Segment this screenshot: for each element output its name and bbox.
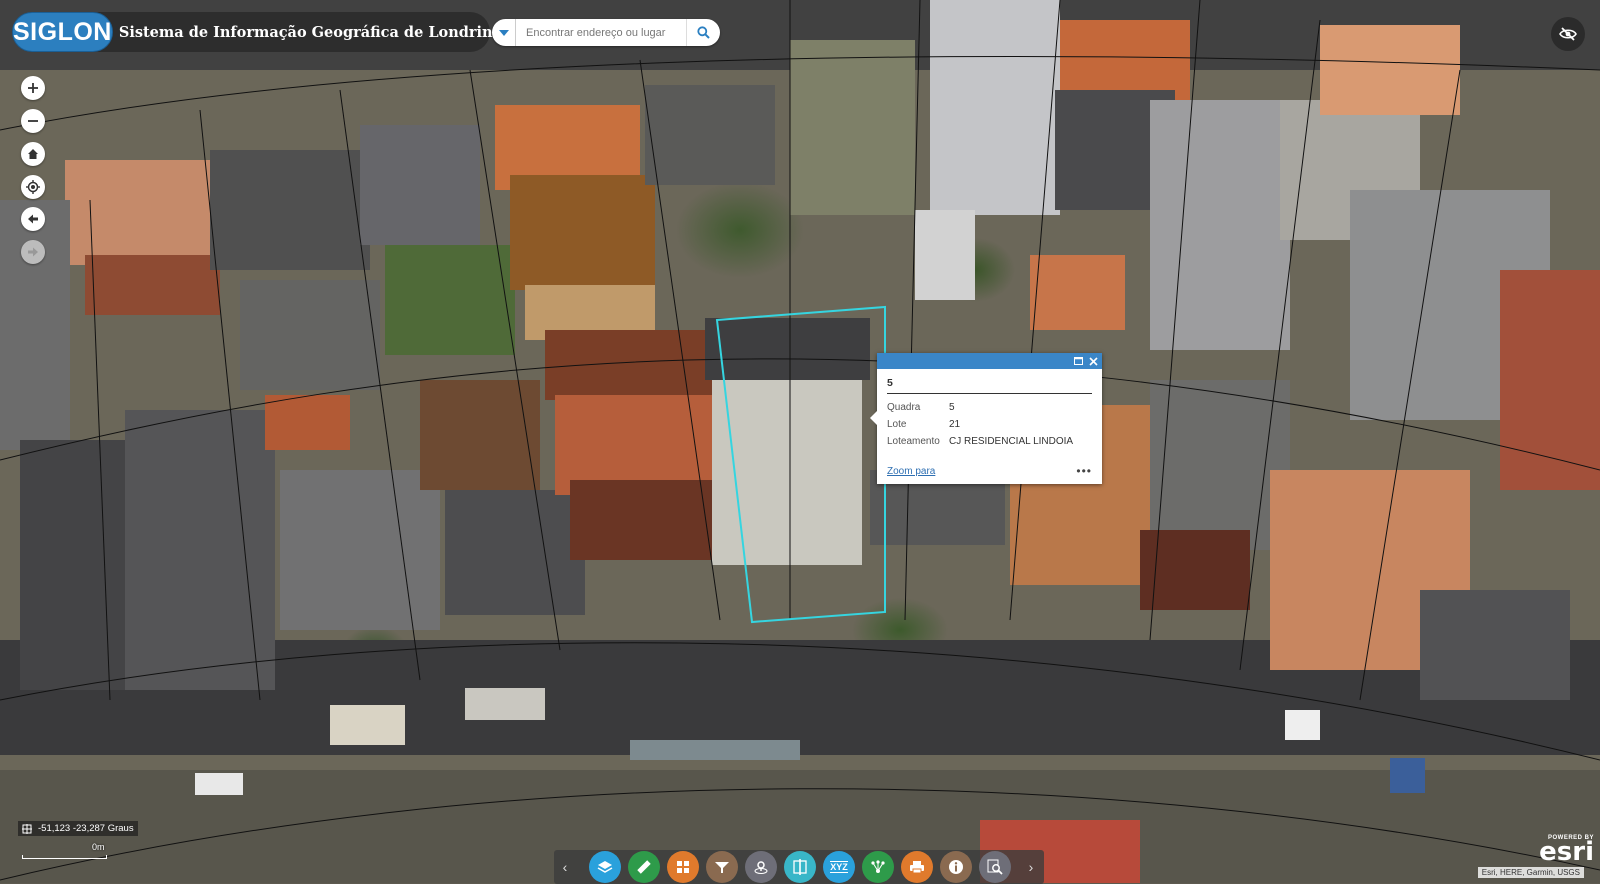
popup-header bbox=[877, 353, 1102, 369]
zoom-out-button[interactable] bbox=[21, 109, 45, 133]
locate-icon bbox=[26, 180, 40, 194]
search-input[interactable] bbox=[516, 25, 687, 40]
zoom-to-link[interactable]: Zoom para bbox=[887, 466, 935, 477]
map-attribution[interactable]: Esri, HERE, Garmin, USGS bbox=[1477, 867, 1584, 878]
printer-icon bbox=[910, 861, 924, 874]
eye-slash-icon bbox=[1559, 27, 1577, 41]
siglon-logo[interactable]: SIGLON bbox=[12, 12, 113, 52]
close-button[interactable] bbox=[1087, 355, 1099, 367]
share-icon bbox=[871, 860, 885, 873]
scale-line bbox=[22, 855, 107, 859]
maximize-button[interactable] bbox=[1072, 355, 1084, 367]
toggle-ui-button[interactable] bbox=[1551, 17, 1585, 51]
location-button[interactable] bbox=[745, 851, 777, 883]
field-value: CJ RESIDENCIAL LINDOIA bbox=[949, 436, 1074, 447]
chevron-down-icon bbox=[498, 29, 509, 36]
filter-button[interactable] bbox=[706, 851, 738, 883]
popup-footer: Zoom para ••• bbox=[887, 464, 1092, 478]
field-label: Loteamento bbox=[887, 436, 940, 447]
selected-parcel[interactable] bbox=[715, 305, 886, 624]
swipe-icon bbox=[793, 859, 807, 875]
popup-row-quadra: Quadra 5 bbox=[887, 402, 1092, 413]
info-icon bbox=[949, 860, 963, 874]
filter-icon bbox=[715, 862, 729, 873]
app-header: SIGLON Sistema de Informação Geográfica … bbox=[12, 12, 502, 52]
home-button[interactable] bbox=[21, 142, 45, 166]
zoom-in-button[interactable] bbox=[21, 76, 45, 100]
popup-row-lote: Lote 21 bbox=[887, 419, 1092, 430]
popup-row-loteamento: Loteamento CJ RESIDENCIAL LINDOIA bbox=[887, 436, 1092, 447]
aerial-map[interactable] bbox=[0, 0, 1600, 883]
close-icon bbox=[1088, 356, 1098, 366]
scale-label: 0m bbox=[92, 842, 105, 852]
about-button[interactable] bbox=[940, 851, 972, 883]
layers-icon bbox=[597, 861, 613, 873]
feature-popup: 5 Quadra 5 Lote 21 Loteamento CJ RESIDEN… bbox=[870, 353, 1102, 484]
back-icon bbox=[28, 214, 38, 224]
zoom-out-icon bbox=[28, 120, 38, 122]
xyz-icon: XYZ bbox=[830, 861, 848, 873]
popup-pointer bbox=[870, 411, 877, 425]
esri-wordmark: esri bbox=[1539, 837, 1594, 867]
field-value: 21 bbox=[949, 419, 961, 430]
chevron-left-icon: ‹ bbox=[562, 859, 568, 875]
more-actions-icon[interactable]: ••• bbox=[1076, 464, 1092, 478]
map-pin-icon bbox=[754, 861, 768, 874]
query-button[interactable] bbox=[979, 851, 1011, 883]
query-icon bbox=[987, 859, 1003, 875]
xyz-button[interactable]: XYZ bbox=[823, 851, 855, 883]
locate-button[interactable] bbox=[21, 175, 45, 199]
esri-logo[interactable]: POWERED BY esri bbox=[1539, 835, 1594, 867]
back-button[interactable] bbox=[21, 207, 45, 231]
widget-toolbar: ‹ XYZ › bbox=[554, 850, 1044, 884]
app-title: Sistema de Informação Geográfica de Lond… bbox=[118, 23, 502, 41]
swipe-button[interactable] bbox=[784, 851, 816, 883]
field-label: Lote bbox=[887, 419, 907, 430]
search-box bbox=[492, 19, 720, 46]
measure-button[interactable] bbox=[628, 851, 660, 883]
maximize-icon bbox=[1073, 357, 1083, 365]
search-source-dropdown[interactable] bbox=[492, 19, 517, 46]
toolbar-prev-button[interactable]: ‹ bbox=[554, 850, 576, 884]
field-value: 5 bbox=[949, 402, 955, 413]
forward-icon bbox=[28, 247, 38, 257]
field-label: Quadra bbox=[887, 402, 921, 413]
search-icon bbox=[697, 26, 710, 39]
home-icon bbox=[28, 149, 38, 159]
print-button[interactable] bbox=[901, 851, 933, 883]
zoom-in-icon bbox=[28, 83, 38, 93]
parcel-lines bbox=[0, 0, 1600, 881]
coordinate-text: -51,123 -23,287 Graus bbox=[38, 823, 134, 834]
ruler-icon bbox=[637, 860, 651, 874]
gallery-button[interactable] bbox=[667, 851, 699, 883]
crosshair-icon[interactable] bbox=[22, 823, 32, 834]
coordinate-display: -51,123 -23,287 Graus bbox=[18, 821, 138, 836]
grid-icon bbox=[677, 861, 689, 873]
share-button[interactable] bbox=[862, 851, 894, 883]
forward-button[interactable] bbox=[21, 240, 45, 264]
toolbar-next-button[interactable]: › bbox=[1020, 850, 1042, 884]
search-button[interactable] bbox=[686, 19, 720, 46]
layers-button[interactable] bbox=[589, 851, 621, 883]
popup-title: 5 bbox=[887, 377, 1092, 394]
chevron-right-icon: › bbox=[1028, 859, 1034, 875]
scale-bar: 0m bbox=[22, 842, 107, 861]
